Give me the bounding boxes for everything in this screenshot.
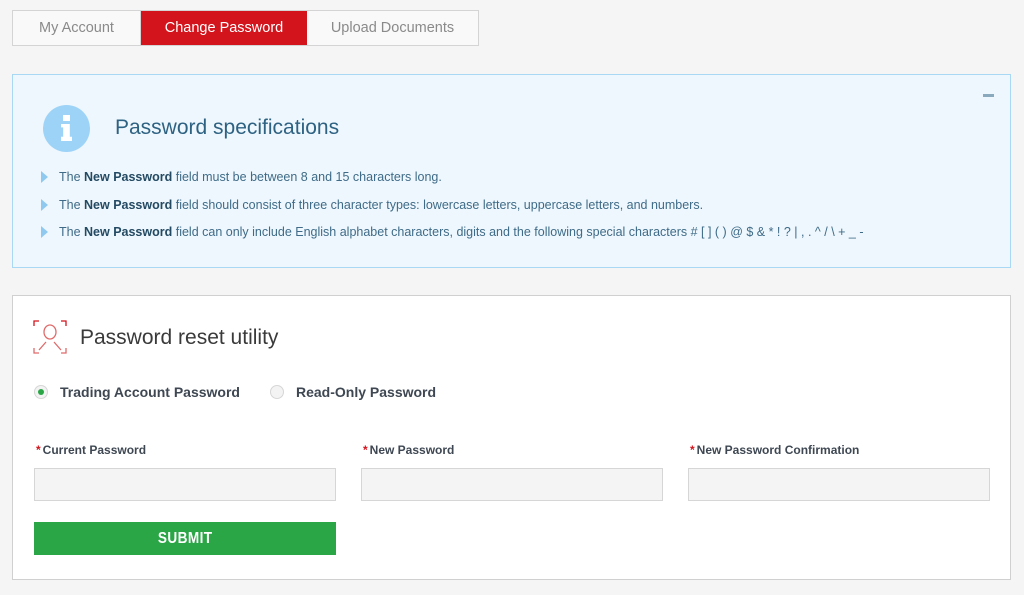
triangle-right-icon: [41, 226, 48, 238]
new-password-confirmation-input[interactable]: [688, 468, 990, 501]
user-scan-icon: [33, 320, 67, 354]
info-icon: [43, 105, 90, 152]
spec-item: The New Password field must be between 8…: [39, 169, 864, 197]
radio-trading-account-password[interactable]: Trading Account Password: [34, 384, 240, 400]
triangle-right-icon: [41, 198, 48, 211]
spec-item: The New Password field can only include …: [39, 224, 864, 252]
reset-title: Password reset utility: [80, 326, 279, 349]
radio-read-only-password[interactable]: Read-Only Password: [270, 384, 436, 400]
radio-button-selected[interactable]: [34, 385, 48, 399]
password-specifications-panel: Password specifications The New Password…: [12, 74, 1011, 268]
new-password-field: * New Password: [361, 443, 663, 501]
spec-item: The New Password field should consist of…: [39, 197, 864, 225]
current-password-field: * Current Password: [34, 443, 336, 501]
tab-upload-documents[interactable]: Upload Documents: [307, 11, 478, 45]
tab-my-account[interactable]: My Account: [13, 11, 141, 45]
tab-change-password[interactable]: Change Password: [141, 11, 307, 45]
account-tabs: My Account Change Password Upload Docume…: [12, 10, 479, 46]
current-password-input[interactable]: [34, 468, 336, 501]
new-password-input[interactable]: [361, 468, 663, 501]
field-label: New Password Confirmation: [696, 443, 860, 457]
spec-title: Password specifications: [115, 116, 340, 139]
radio-button[interactable]: [270, 385, 284, 399]
triangle-right-icon: [41, 171, 48, 183]
required-mark: *: [36, 443, 41, 457]
required-mark: *: [690, 443, 695, 457]
field-label: New Password: [369, 443, 455, 457]
field-label: Current Password: [42, 443, 147, 457]
new-password-confirmation-field: * New Password Confirmation: [688, 443, 990, 501]
submit-button[interactable]: SUBMIT: [34, 522, 336, 555]
password-reset-panel: Password reset utility Trading Account P…: [12, 295, 1011, 580]
required-mark: *: [363, 443, 368, 457]
spec-list: The New Password field must be between 8…: [39, 169, 864, 252]
minus-icon[interactable]: [983, 94, 994, 97]
